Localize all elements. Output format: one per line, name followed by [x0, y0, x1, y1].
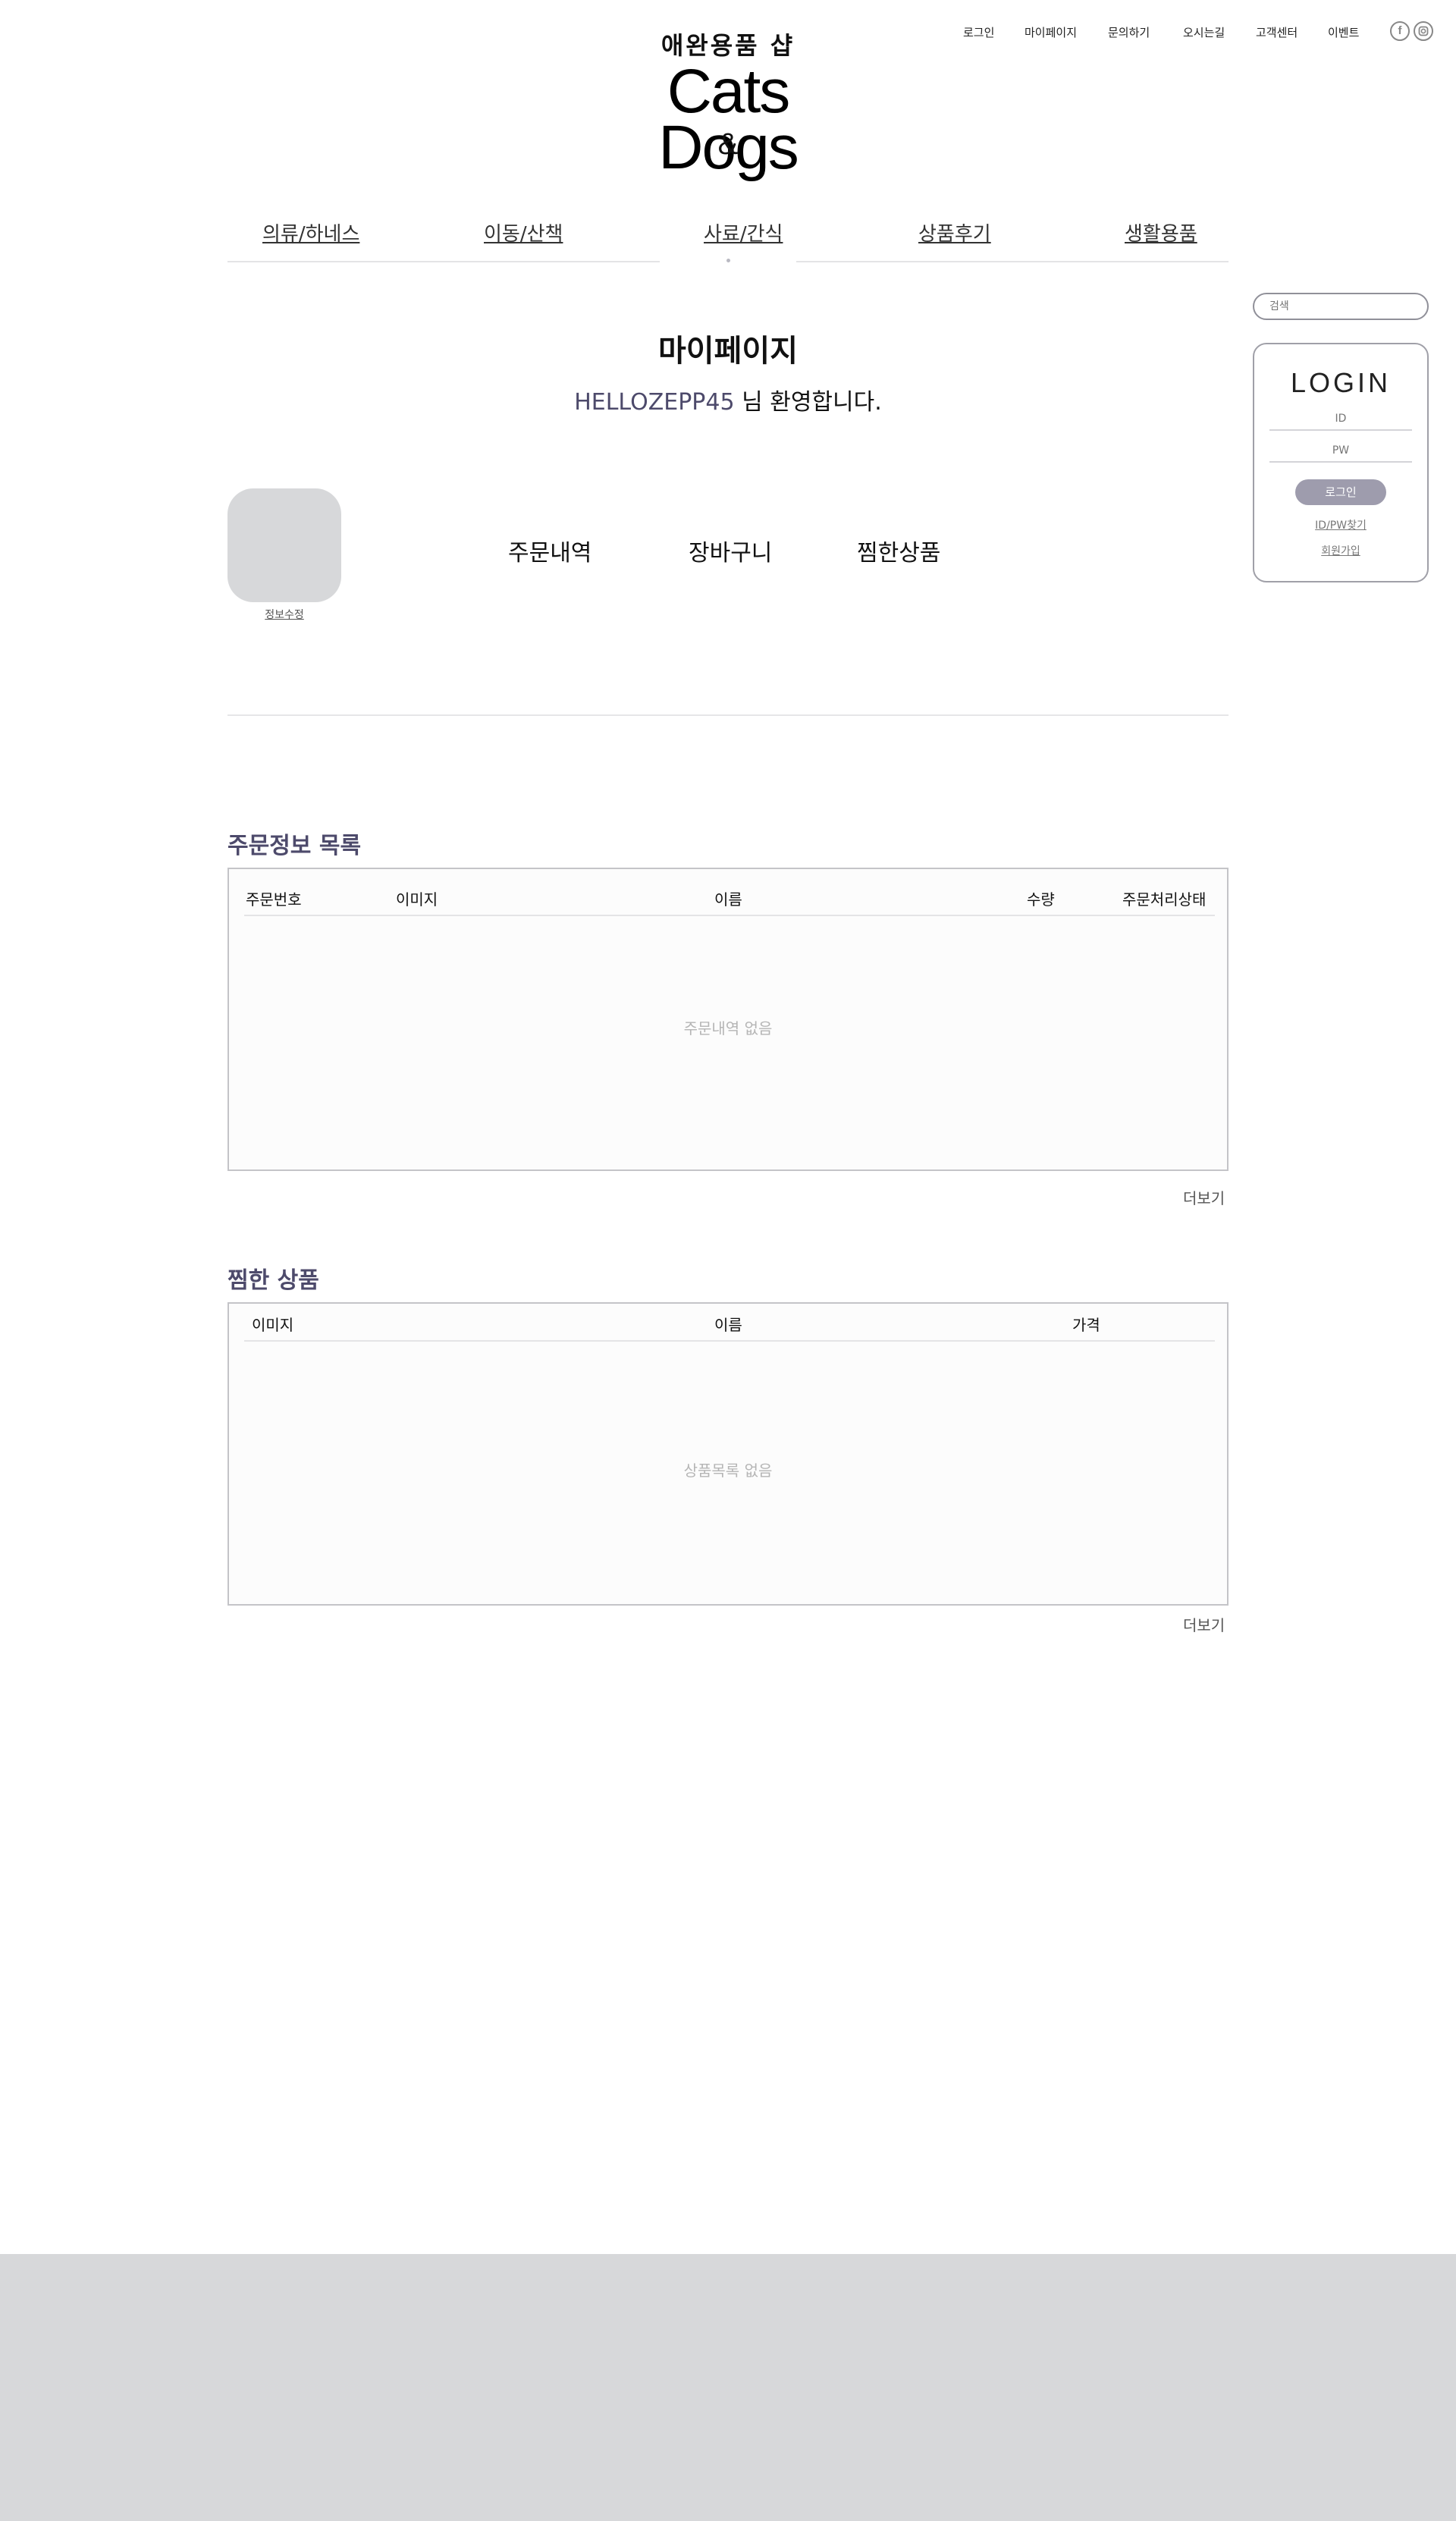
login-button[interactable]: 로그인	[1295, 479, 1386, 505]
login-pw-field[interactable]	[1269, 440, 1412, 463]
top-utility-nav: 로그인 마이페이지 문의하기 오시는길 고객센터 이벤트	[948, 24, 1373, 41]
section-divider	[228, 714, 1228, 716]
top-nav-directions[interactable]: 오시는길	[1183, 24, 1225, 40]
nav-underline-left	[228, 261, 660, 262]
wishlist-section-title: 찜한 상품	[228, 1267, 319, 1294]
top-nav-mypage[interactable]: 마이페이지	[1025, 24, 1077, 40]
search-input[interactable]	[1253, 293, 1429, 320]
col-quantity: 수량	[1027, 890, 1055, 909]
logo-ampersand: &	[717, 127, 739, 161]
login-title: LOGIN	[1290, 367, 1392, 398]
tab-cart[interactable]: 장바구니	[689, 534, 772, 567]
facebook-icon[interactable]: f	[1390, 21, 1410, 41]
welcome-message: HELLOZEPP45 님 환영합니다.	[228, 383, 1228, 416]
login-panel: LOGIN 로그인 ID/PW찾기 회원가입	[1253, 343, 1429, 582]
top-nav-customer-center[interactable]: 고객센터	[1256, 24, 1298, 40]
edit-profile-link[interactable]: 정보수정	[228, 607, 341, 622]
category-food-snack[interactable]: 사료/간식	[704, 218, 783, 246]
tab-order-history[interactable]: 주문내역	[508, 534, 592, 567]
orders-section-title: 주문정보 목록	[228, 833, 362, 859]
orders-table: 주문번호 이미지 이름 수량 주문처리상태 주문내역 없음	[228, 868, 1228, 1171]
wishlist-empty-message: 상품목록 없음	[683, 1461, 773, 1480]
col-image: 이미지	[252, 1316, 294, 1334]
active-category-indicator	[726, 259, 730, 262]
top-nav-inquiry[interactable]: 문의하기	[1108, 24, 1150, 40]
category-clothing-harness[interactable]: 의류/하네스	[262, 218, 359, 246]
username: HELLOZEPP45	[574, 389, 735, 416]
tab-wishlist[interactable]: 찜한상품	[857, 534, 940, 567]
col-image: 이미지	[396, 890, 438, 909]
wishlist-more-link[interactable]: 더보기	[1183, 1613, 1225, 1635]
top-nav-event[interactable]: 이벤트	[1328, 24, 1359, 40]
category-carrier-walk[interactable]: 이동/산책	[484, 218, 563, 246]
site-logo[interactable]: 애완용품 샵 Cats & Dogs	[652, 30, 804, 190]
avatar[interactable]	[228, 488, 341, 602]
orders-table-header: 주문번호 이미지 이름 수량 주문처리상태	[244, 887, 1215, 916]
nav-underline-right	[796, 261, 1228, 262]
category-reviews[interactable]: 상품후기	[918, 218, 991, 246]
page-title: 마이페이지	[658, 334, 798, 369]
category-living-goods[interactable]: 생활용품	[1125, 218, 1197, 246]
wishlist-table: 이미지 이름 가격 상품목록 없음	[228, 1302, 1228, 1606]
orders-empty-message: 주문내역 없음	[683, 1019, 773, 1038]
welcome-suffix: 님 환영합니다.	[734, 389, 882, 416]
wishlist-table-header: 이미지 이름 가격	[244, 1313, 1215, 1342]
instagram-icon[interactable]	[1414, 21, 1433, 44]
footer	[0, 2254, 1456, 2521]
col-order-status: 주문처리상태	[1122, 890, 1207, 909]
col-name: 이름	[714, 1316, 742, 1334]
join-link[interactable]: 회원가입	[1254, 543, 1427, 558]
category-nav: 의류/하네스 이동/산책 사료/간식 상품후기 생활용품	[228, 212, 1228, 262]
find-id-pw-link[interactable]: ID/PW찾기	[1254, 517, 1427, 532]
orders-more-link[interactable]: 더보기	[1183, 1186, 1225, 1208]
top-nav-login[interactable]: 로그인	[963, 24, 994, 40]
login-id-field[interactable]	[1269, 408, 1412, 431]
col-order-number: 주문번호	[246, 890, 302, 909]
col-name: 이름	[714, 890, 742, 909]
col-price: 가격	[1072, 1316, 1100, 1334]
logo-tagline: 애완용품 샵	[661, 31, 795, 60]
